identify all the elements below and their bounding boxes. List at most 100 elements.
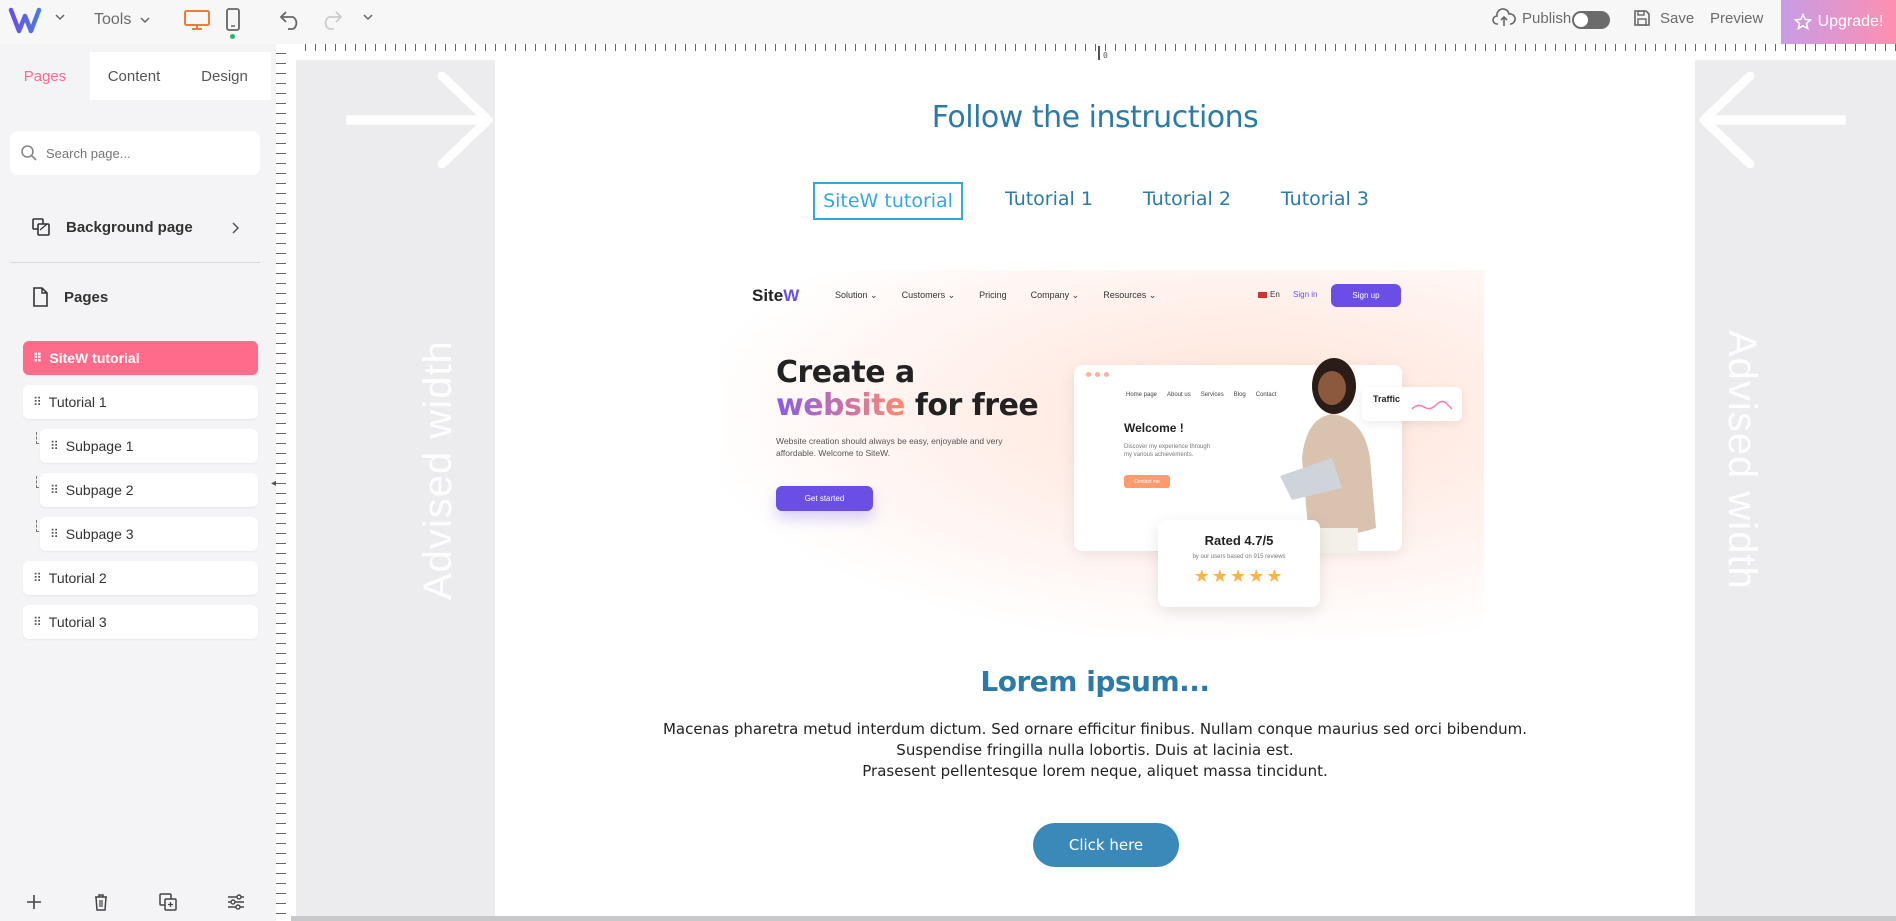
page-item-subpage-1[interactable]: ⠿ Subpage 1 xyxy=(40,429,258,463)
drag-handle-icon[interactable]: ⠿ xyxy=(50,439,59,453)
hero-card-nav-item: About us xyxy=(1167,392,1191,398)
drag-handle-icon[interactable]: ⠿ xyxy=(33,571,42,585)
upgrade-button[interactable]: Upgrade! xyxy=(1781,0,1896,44)
advised-width-label-right: Advised width xyxy=(1720,330,1764,590)
hero-nav-item: Pricing xyxy=(979,290,1007,300)
tab-pages[interactable]: Pages xyxy=(0,52,90,100)
hero-logo-suffix: W xyxy=(783,286,800,305)
settings-sliders-icon[interactable] xyxy=(226,892,246,917)
chevron-down-icon xyxy=(140,17,150,24)
undo-icon[interactable] xyxy=(278,7,304,31)
search-input[interactable] xyxy=(46,145,246,161)
redo-icon[interactable] xyxy=(318,7,344,31)
section-heading[interactable]: Lorem ipsum... xyxy=(495,665,1695,698)
page-item-label: Tutorial 3 xyxy=(48,614,107,630)
page-item-subpage-2[interactable]: ⠿ Subpage 2 xyxy=(40,473,258,507)
ruler-origin-marker xyxy=(1098,46,1100,60)
search-icon xyxy=(21,145,37,161)
hero-logo: SiteW xyxy=(752,286,799,306)
arrow-left-icon xyxy=(1698,71,1849,173)
sidebar-bottom-toolbar xyxy=(0,892,271,921)
page-title[interactable]: Follow the instructions xyxy=(495,100,1695,135)
chevron-down-icon[interactable] xyxy=(362,12,374,22)
hero-rating: Rated 4.7/5 xyxy=(1204,533,1274,548)
tab-sitew-tutorial[interactable]: SiteW tutorial xyxy=(813,182,963,220)
save-icon xyxy=(1634,10,1650,26)
hero-cta: Get started xyxy=(776,486,873,511)
drag-handle-icon[interactable]: ⠿ xyxy=(33,615,42,629)
page-item-label: Subpage 1 xyxy=(65,438,134,454)
save-button[interactable]: Save xyxy=(1632,8,1694,28)
page-item-subpage-3[interactable]: ⠿ Subpage 3 xyxy=(40,517,258,551)
drag-handle-icon[interactable]: ⠿ xyxy=(33,395,42,409)
page-tabs: SiteW tutorial Tutorial 1 Tutorial 2 Tut… xyxy=(495,182,1695,220)
page-icon xyxy=(33,287,48,307)
preview-button[interactable]: Preview xyxy=(1710,10,1763,27)
paragraph-line: Prasesent pellentesque lorem neque, aliq… xyxy=(862,762,1328,780)
duplicate-icon[interactable] xyxy=(158,892,178,917)
star-icon xyxy=(1793,13,1812,31)
section-paragraph[interactable]: Macenas pharetra metud interdum dictum. … xyxy=(495,719,1695,782)
chevron-down-icon[interactable] xyxy=(54,12,66,22)
hero-signin: Sign in xyxy=(1293,290,1318,299)
page-search[interactable] xyxy=(10,131,260,175)
hero-contact: Contact me xyxy=(1124,475,1170,488)
drag-handle-icon[interactable]: ⠿ xyxy=(33,351,42,365)
background-page-row[interactable]: Background page xyxy=(30,216,193,238)
tab-tutorial-2[interactable]: Tutorial 2 xyxy=(1135,182,1239,220)
toggle-knob xyxy=(1574,13,1588,27)
page-item-sitew-tutorial[interactable]: ⠿ SiteW tutorial xyxy=(23,341,258,375)
page-item-tutorial-1[interactable]: ⠿ Tutorial 1 xyxy=(23,385,258,419)
tab-tutorial-1[interactable]: Tutorial 1 xyxy=(997,182,1101,220)
horizontal-scrollbar[interactable] xyxy=(291,916,1896,921)
active-device-dot xyxy=(230,34,235,39)
chevron-right-icon[interactable] xyxy=(230,221,240,240)
background-page-label: Background page xyxy=(66,218,193,236)
publish-label: Publish xyxy=(1522,9,1572,27)
publish-button[interactable]: Publish xyxy=(1492,8,1571,28)
mobile-view-icon[interactable] xyxy=(225,7,241,33)
hero-lang: En xyxy=(1258,290,1280,299)
hero-image[interactable]: SiteW Solution ⌄ Customers ⌄ Pricing Com… xyxy=(722,270,1484,637)
hero-nav: Solution ⌄ Customers ⌄ Pricing Company ⌄… xyxy=(835,290,1156,301)
tools-menu[interactable]: Tools xyxy=(94,8,151,32)
page-item-label: Tutorial 1 xyxy=(48,394,107,410)
desktop-view-icon[interactable] xyxy=(183,9,211,31)
tab-content[interactable]: Content xyxy=(90,52,178,100)
click-here-button[interactable]: Click here xyxy=(1033,823,1179,867)
hero-headline-2: website for free xyxy=(776,388,1039,423)
hero-card-nav-item: Blog xyxy=(1233,392,1246,398)
hero-headline-1: Create a xyxy=(776,355,915,390)
hero-welcome-sub: Discover my experience through my variou… xyxy=(1124,444,1211,458)
hero-welcome: Welcome ! xyxy=(1124,421,1184,435)
hero-signup: Sign up xyxy=(1331,284,1401,307)
page-item-tutorial-2[interactable]: ⠿ Tutorial 2 xyxy=(23,561,258,595)
pages-header-label: Pages xyxy=(64,288,109,306)
publish-toggle[interactable] xyxy=(1572,11,1610,29)
tab-design[interactable]: Design xyxy=(178,52,271,100)
ruler-origin-label: 0 xyxy=(1103,51,1108,60)
advised-width-label-left: Advised width xyxy=(416,340,460,600)
hero-card-nav-item: Home page xyxy=(1126,392,1158,398)
cloud-upload-icon xyxy=(1492,8,1516,26)
trend-line-icon xyxy=(1411,400,1453,410)
add-page-icon[interactable] xyxy=(24,892,44,917)
tab-tutorial-3[interactable]: Tutorial 3 xyxy=(1273,182,1377,220)
tools-label: Tools xyxy=(94,11,132,28)
page-item-tutorial-3[interactable]: ⠿ Tutorial 3 xyxy=(23,605,258,639)
hero-nav-item: Resources ⌄ xyxy=(1103,290,1157,300)
hero-nav-item: Company ⌄ xyxy=(1030,290,1080,300)
layers-icon xyxy=(32,218,50,236)
star-rating-icons: ★★★★★ xyxy=(1193,566,1285,586)
page-item-label: SiteW tutorial xyxy=(49,350,140,366)
hero-lang-label: En xyxy=(1270,290,1280,299)
page-item-label: Tutorial 2 xyxy=(48,570,107,586)
drag-handle-icon[interactable]: ⠿ xyxy=(50,483,59,497)
arrow-right-icon xyxy=(343,71,494,173)
trash-icon[interactable] xyxy=(92,892,110,917)
divider xyxy=(10,262,260,263)
sitew-logo[interactable] xyxy=(8,4,50,38)
drag-handle-icon[interactable]: ⠿ xyxy=(50,527,59,541)
hero-logo-prefix: Site xyxy=(752,286,784,305)
hero-headline-rest: for free xyxy=(904,388,1039,423)
